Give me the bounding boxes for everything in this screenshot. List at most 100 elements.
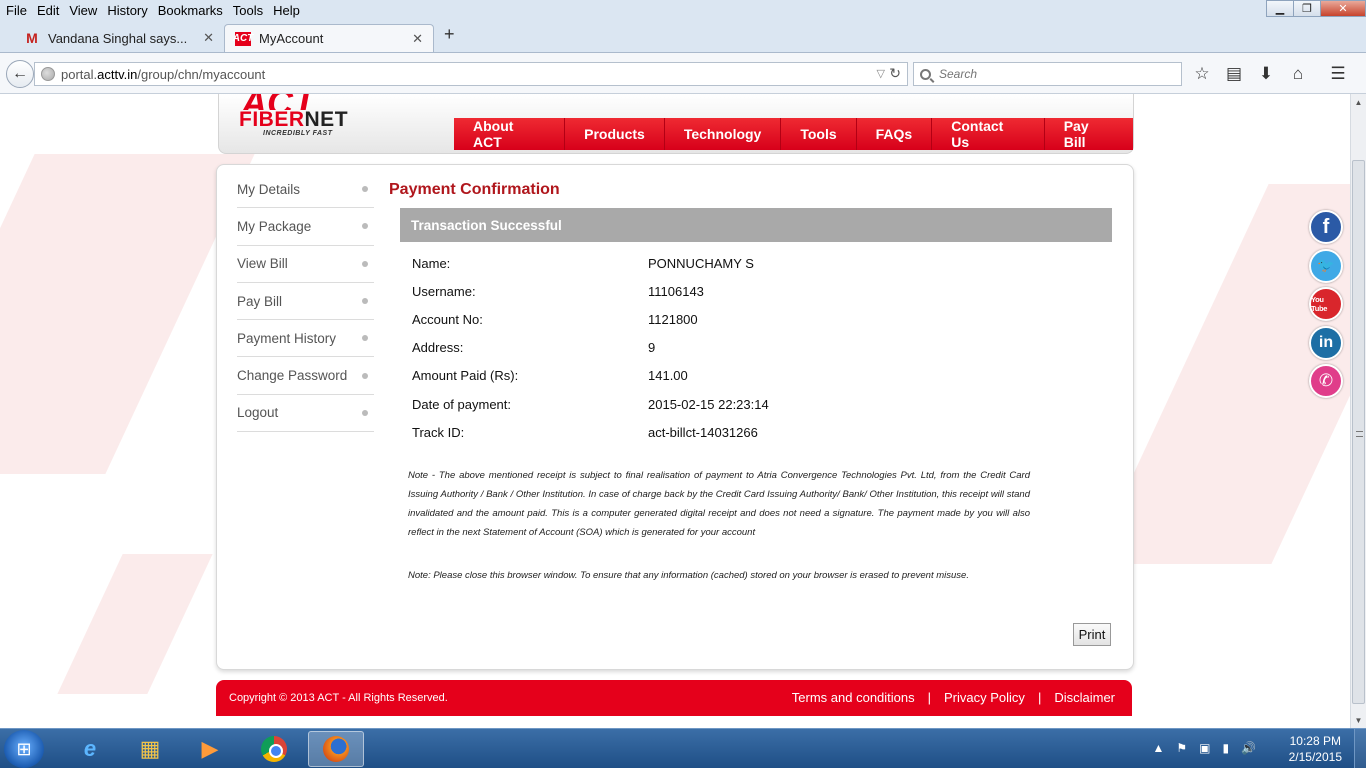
footer-separator: | [927,690,932,705]
network-signal-icon[interactable]: ▮ [1222,741,1229,755]
act-fibernet-logo[interactable]: ACT FIBERNET INCREDIBLY FAST [239,94,369,146]
sidemenu-my-package[interactable]: My Package [237,208,374,246]
sidemenu-change-password[interactable]: Change Password [237,357,374,395]
url-dropdown-icon[interactable]: ▽ [877,67,885,80]
nav-pay-bill[interactable]: Pay Bill [1044,118,1133,150]
tab-label: Vandana Singhal says... [48,30,188,46]
taskbar-clock[interactable]: 10:28 PM 2/15/2015 [1289,733,1342,765]
media-player-icon[interactable]: ▶ [182,731,238,767]
print-button[interactable]: Print [1073,623,1111,646]
menu-history[interactable]: History [101,3,151,18]
scroll-down-arrow-icon[interactable]: ▼ [1352,712,1365,728]
home-icon[interactable]: ⌂ [1286,62,1310,86]
nav-products[interactable]: Products [565,118,665,150]
bookmark-star-icon[interactable]: ☆ [1190,62,1214,86]
menu-edit[interactable]: Edit [31,3,63,18]
chrome-icon[interactable] [246,731,302,767]
sidemenu-view-bill[interactable]: View Bill [237,246,374,283]
content-panel: My Details My Package View Bill Pay Bill… [216,164,1134,670]
reload-icon[interactable]: ↻ [889,65,901,82]
tab-gmail[interactable]: M Vandana Singhal says... ✕ [14,24,224,52]
sidemenu-my-details[interactable]: My Details [237,171,374,209]
url-text[interactable]: portal.acttv.in/group/chn/myaccount [61,67,265,82]
footer-link-privacy[interactable]: Privacy Policy [935,690,1034,705]
show-desktop-button[interactable] [1354,729,1366,768]
page-viewport: ACT FIBERNET INCREDIBLY FAST About ACT P… [0,94,1350,728]
detail-row-track-id: Track ID: act-billct-14031266 [412,424,758,440]
reading-list-icon[interactable]: ▤ [1222,62,1246,86]
footer-link-terms[interactable]: Terms and conditions [783,690,924,705]
background-bolt-shape [57,554,213,694]
minimize-button[interactable]: ▁ [1266,0,1294,17]
gmail-icon: M [26,30,38,46]
globe-icon [41,67,55,81]
sidemenu-pay-bill[interactable]: Pay Bill [237,283,374,321]
firefox-icon[interactable] [308,731,364,767]
detail-row-amount-paid: Amount Paid (Rs): 141.00 [412,368,688,384]
tray-arrow-icon[interactable]: ▲ [1152,741,1164,755]
url-bar[interactable]: portal.acttv.in/group/chn/myaccount ▽ ↻ [34,62,908,86]
receipt-note: Note - The above mentioned receipt is su… [408,470,1030,538]
maximize-button[interactable]: ❐ [1293,0,1321,17]
hamburger-menu-icon[interactable]: ☰ [1326,62,1350,86]
nav-faqs[interactable]: FAQs [856,118,933,150]
tab-label: MyAccount [259,31,324,46]
bullet-icon [362,260,368,267]
device-icon[interactable]: ▣ [1199,741,1210,755]
menu-bookmarks[interactable]: Bookmarks [152,3,227,18]
detail-row-date-of-payment: Date of payment: 2015-02-15 22:23:14 [412,396,769,412]
scrollbar-thumb[interactable] [1352,160,1365,704]
volume-icon[interactable]: 🔊 [1241,741,1256,755]
bullet-icon [362,372,368,379]
tab-myaccount[interactable]: ACT MyAccount ✕ [224,24,434,52]
system-tray: ▲ ⚑ ▣ ▮ 🔊 [1140,741,1256,755]
back-arrow-icon: ← [12,65,28,82]
footer-links: Terms and conditions | Privacy Policy | … [783,690,1124,705]
facebook-icon[interactable]: f [1309,210,1343,244]
menu-file[interactable]: File [0,3,31,18]
detail-row-account-no: Account No: 1121800 [412,311,698,327]
search-input[interactable] [939,67,1159,81]
copyright-text: Copyright © 2013 ACT - All Rights Reserv… [229,692,448,704]
start-button[interactable]: ⊞ [4,730,44,768]
action-center-flag-icon[interactable]: ⚑ [1176,741,1187,755]
account-sidemenu: My Details My Package View Bill Pay Bill… [237,171,374,433]
tab-close-icon[interactable]: ✕ [412,31,423,47]
page-title: Payment Confirmation [389,181,560,198]
back-button[interactable]: ← [6,60,34,88]
linkedin-icon[interactable]: in [1309,325,1343,360]
nav-tools[interactable]: Tools [781,118,857,150]
twitter-icon[interactable]: 🐦 [1309,248,1343,283]
main-navigation: About ACT Products Technology Tools FAQs… [454,118,1133,150]
internet-explorer-icon[interactable]: e [62,731,118,767]
file-explorer-icon[interactable]: ▦ [122,731,178,767]
menu-help[interactable]: Help [267,3,304,18]
bullet-icon [362,298,368,305]
window-close-button[interactable]: ✕ [1320,0,1366,17]
search-bar[interactable] [913,62,1182,86]
vertical-scrollbar[interactable]: ▲ ▼ [1350,94,1366,728]
youtube-icon[interactable]: You Tube [1309,287,1343,321]
toolbar-icons: ☆ ▤ ⬇ ⌂ ☰ [1190,62,1358,86]
site-footer: Copyright © 2013 ACT - All Rights Reserv… [216,680,1132,716]
act-favicon-icon: ACT [232,31,254,46]
close-window-note: Note: Please close this browser window. … [408,570,969,581]
social-links: f 🐦 You Tube in ✆ [1309,210,1343,403]
tab-close-icon[interactable]: ✕ [203,30,214,46]
menu-view[interactable]: View [63,3,101,18]
sidemenu-payment-history[interactable]: Payment History [237,320,374,358]
windows-taskbar: ⊞ e ▦ ▶ ▲ ⚑ ▣ ▮ 🔊 10:28 PM 2/15/2015 [0,728,1366,768]
menu-tools[interactable]: Tools [227,3,267,18]
nav-about-act[interactable]: About ACT [454,118,566,150]
sidemenu-logout[interactable]: Logout [237,395,374,433]
phone-icon[interactable]: ✆ [1309,364,1343,398]
footer-link-disclaimer[interactable]: Disclaimer [1045,690,1124,705]
scroll-up-arrow-icon[interactable]: ▲ [1352,94,1365,110]
new-tab-button[interactable]: + [444,24,455,45]
nav-contact-us[interactable]: Contact Us [932,118,1045,150]
download-icon[interactable]: ⬇ [1254,62,1278,86]
detail-row-username: Username: 11106143 [412,283,704,299]
detail-row-address: Address: 9 [412,340,656,356]
nav-technology[interactable]: Technology [664,118,782,150]
clock-date: 2/15/2015 [1288,750,1342,764]
